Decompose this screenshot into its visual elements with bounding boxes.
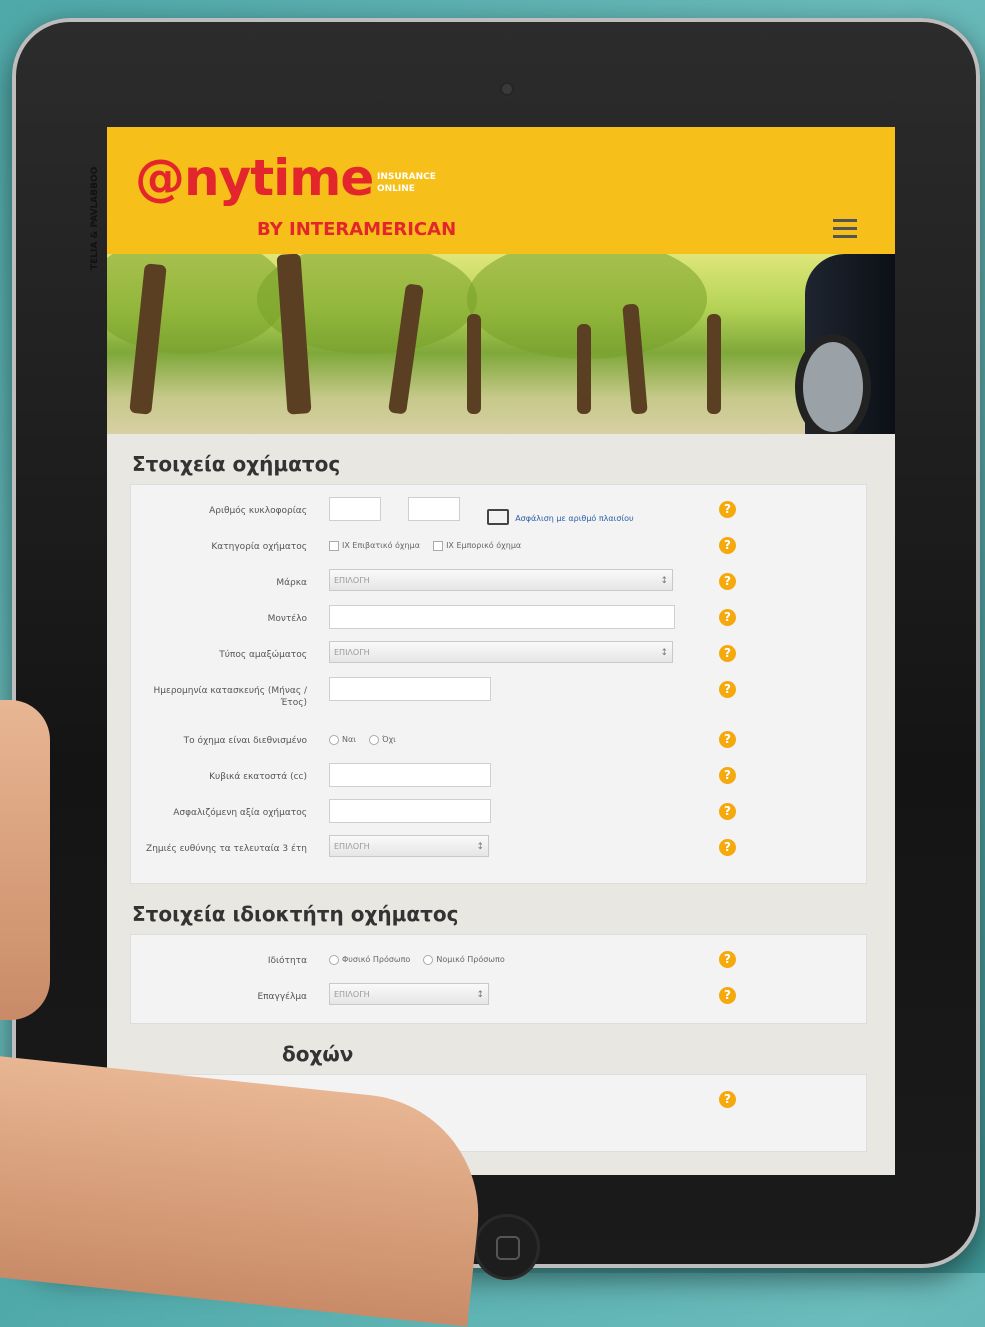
plate-icon <box>487 508 510 525</box>
field-label: Αριθμός κυκλοφορίας <box>209 506 307 516</box>
help-icon[interactable]: ? <box>719 839 736 856</box>
checkbox-option[interactable]: ΙΧ Επιβατικό όχημα <box>329 540 420 551</box>
logo-byline: BY INTERAMERICAN <box>257 219 457 240</box>
help-icon[interactable]: ? <box>719 987 736 1004</box>
field-label: Κυβικά εκατοστά (cc) <box>209 772 307 782</box>
radio-option[interactable]: Ναι <box>329 734 356 745</box>
model-input[interactable] <box>329 605 675 629</box>
form-row: Μάρκα ΕΠΙΛΟΓΗ ? <box>131 563 866 599</box>
field-label: Κατηγορία οχήματος <box>211 542 307 552</box>
checkbox-option[interactable]: ΙΧ Εμπορικό όχημα <box>433 540 522 551</box>
radio-option[interactable]: Νομικό Πρόσωπο <box>423 954 505 965</box>
plate-prefix-input[interactable] <box>329 497 381 521</box>
option-label: Ναι <box>342 735 356 744</box>
body-type-select[interactable]: ΕΠΙΛΟΓΗ <box>329 641 673 664</box>
home-button[interactable] <box>474 1214 540 1280</box>
form-row: Ιδιότητα Φυσικό Πρόσωπο Νομικό Πρόσωπο ? <box>131 941 866 977</box>
website-screen: @nytime INSURANCE ONLINE BY INTERAMERICA… <box>107 127 895 1175</box>
logo-tagline: INSURANCE ONLINE <box>377 171 436 195</box>
option-label: ΙΧ Επιβατικό όχημα <box>342 541 420 550</box>
site-header: @nytime INSURANCE ONLINE BY INTERAMERICA… <box>107 127 895 254</box>
left-hand <box>0 700 50 1020</box>
radio-option[interactable]: Όχι <box>369 734 396 745</box>
option-label: Όχι <box>382 735 396 744</box>
form-row: Μοντέλο ? <box>131 599 866 635</box>
help-icon[interactable]: ? <box>719 681 736 698</box>
field-label: Τύπος αμαξώματος <box>219 650 307 660</box>
option-label: Φυσικό Πρόσωπο <box>342 955 411 964</box>
field-label: Μοντέλο <box>267 614 307 624</box>
help-icon[interactable]: ? <box>719 645 736 662</box>
form-row: Αριθμός κυκλοφορίας Ασφάλιση με αριθμό π… <box>131 491 866 527</box>
help-icon[interactable]: ? <box>719 1091 736 1108</box>
form-row: Τύπος αμαξώματος ΕΠΙΛΟΓΗ ? <box>131 635 866 671</box>
form-row: Ημερομηνία κατασκευής (Μήνας / Έτος) ? <box>131 671 866 721</box>
logo[interactable]: @nytime <box>135 149 374 207</box>
help-icon[interactable]: ? <box>719 537 736 554</box>
help-icon[interactable]: ? <box>719 803 736 820</box>
option-label: Νομικό Πρόσωπο <box>436 955 505 964</box>
hamburger-icon[interactable] <box>833 219 857 239</box>
field-label: Ασφαλιζόμενη αξία οχήματος <box>173 808 307 818</box>
plate-number-input[interactable] <box>408 497 461 521</box>
help-icon[interactable]: ? <box>719 767 736 784</box>
manufacture-date-input[interactable] <box>329 677 491 701</box>
help-icon[interactable]: ? <box>719 951 736 968</box>
claims-select[interactable]: ΕΠΙΛΟΓΗ <box>329 835 489 858</box>
radio-option[interactable]: Φυσικό Πρόσωπο <box>329 954 411 965</box>
car-image <box>795 254 895 434</box>
field-label: Ζημιές ευθύνης τα τελευταία 3 έτη <box>146 844 307 854</box>
photo-credit: TELIA & PAVLABBOO <box>90 166 100 270</box>
profession-select[interactable]: ΕΠΙΛΟΓΗ <box>329 983 489 1006</box>
form-row: Το όχημα είναι διεθνισμένο Ναι Όχι ? <box>131 721 866 757</box>
logo-tag-line1: INSURANCE <box>377 172 436 182</box>
owner-form: Ιδιότητα Φυσικό Πρόσωπο Νομικό Πρόσωπο ?… <box>130 934 867 1024</box>
vehicle-section-title: Στοιχεία οχήματος <box>132 452 341 476</box>
form-row: Ζημιές ευθύνης τα τελευταία 3 έτη ΕΠΙΛΟΓ… <box>131 829 866 873</box>
camera-icon <box>502 84 512 94</box>
field-label: Ημερομηνία κατασκευής (Μήνας / Έτος) <box>153 686 307 708</box>
form-row: Ασφαλιζόμενη αξία οχήματος ? <box>131 793 866 829</box>
insured-value-input[interactable] <box>329 799 491 823</box>
cc-input[interactable] <box>329 763 491 787</box>
chassis-link[interactable]: Ασφάλιση με αριθμό πλαισίου <box>515 514 634 523</box>
help-icon[interactable]: ? <box>719 573 736 590</box>
brand-select[interactable]: ΕΠΙΛΟΓΗ <box>329 569 673 592</box>
help-icon[interactable]: ? <box>719 501 736 518</box>
field-label: Το όχημα είναι διεθνισμένο <box>183 736 307 746</box>
hero-image <box>107 254 895 434</box>
option-label: ΙΧ Εμπορικό όχημα <box>446 541 522 550</box>
help-icon[interactable]: ? <box>719 609 736 626</box>
field-label: Μάρκα <box>276 578 307 588</box>
help-icon[interactable]: ? <box>719 731 736 748</box>
form-row: Κατηγορία οχήματος ΙΧ Επιβατικό όχημα ΙΧ… <box>131 527 866 563</box>
field-label: Επαγγέλμα <box>257 992 307 1002</box>
logo-tag-line2: ONLINE <box>377 184 415 194</box>
form-row: Επαγγέλμα ΕΠΙΛΟΓΗ ? <box>131 977 866 1013</box>
owner-section-title: Στοιχεία ιδιοκτήτη οχήματος <box>132 902 459 926</box>
vehicle-form: Αριθμός κυκλοφορίας Ασφάλιση με αριθμό π… <box>130 484 867 884</box>
field-label: Ιδιότητα <box>267 956 307 966</box>
third-section-title: δοχών <box>282 1042 354 1066</box>
form-row: Κυβικά εκατοστά (cc) ? <box>131 757 866 793</box>
